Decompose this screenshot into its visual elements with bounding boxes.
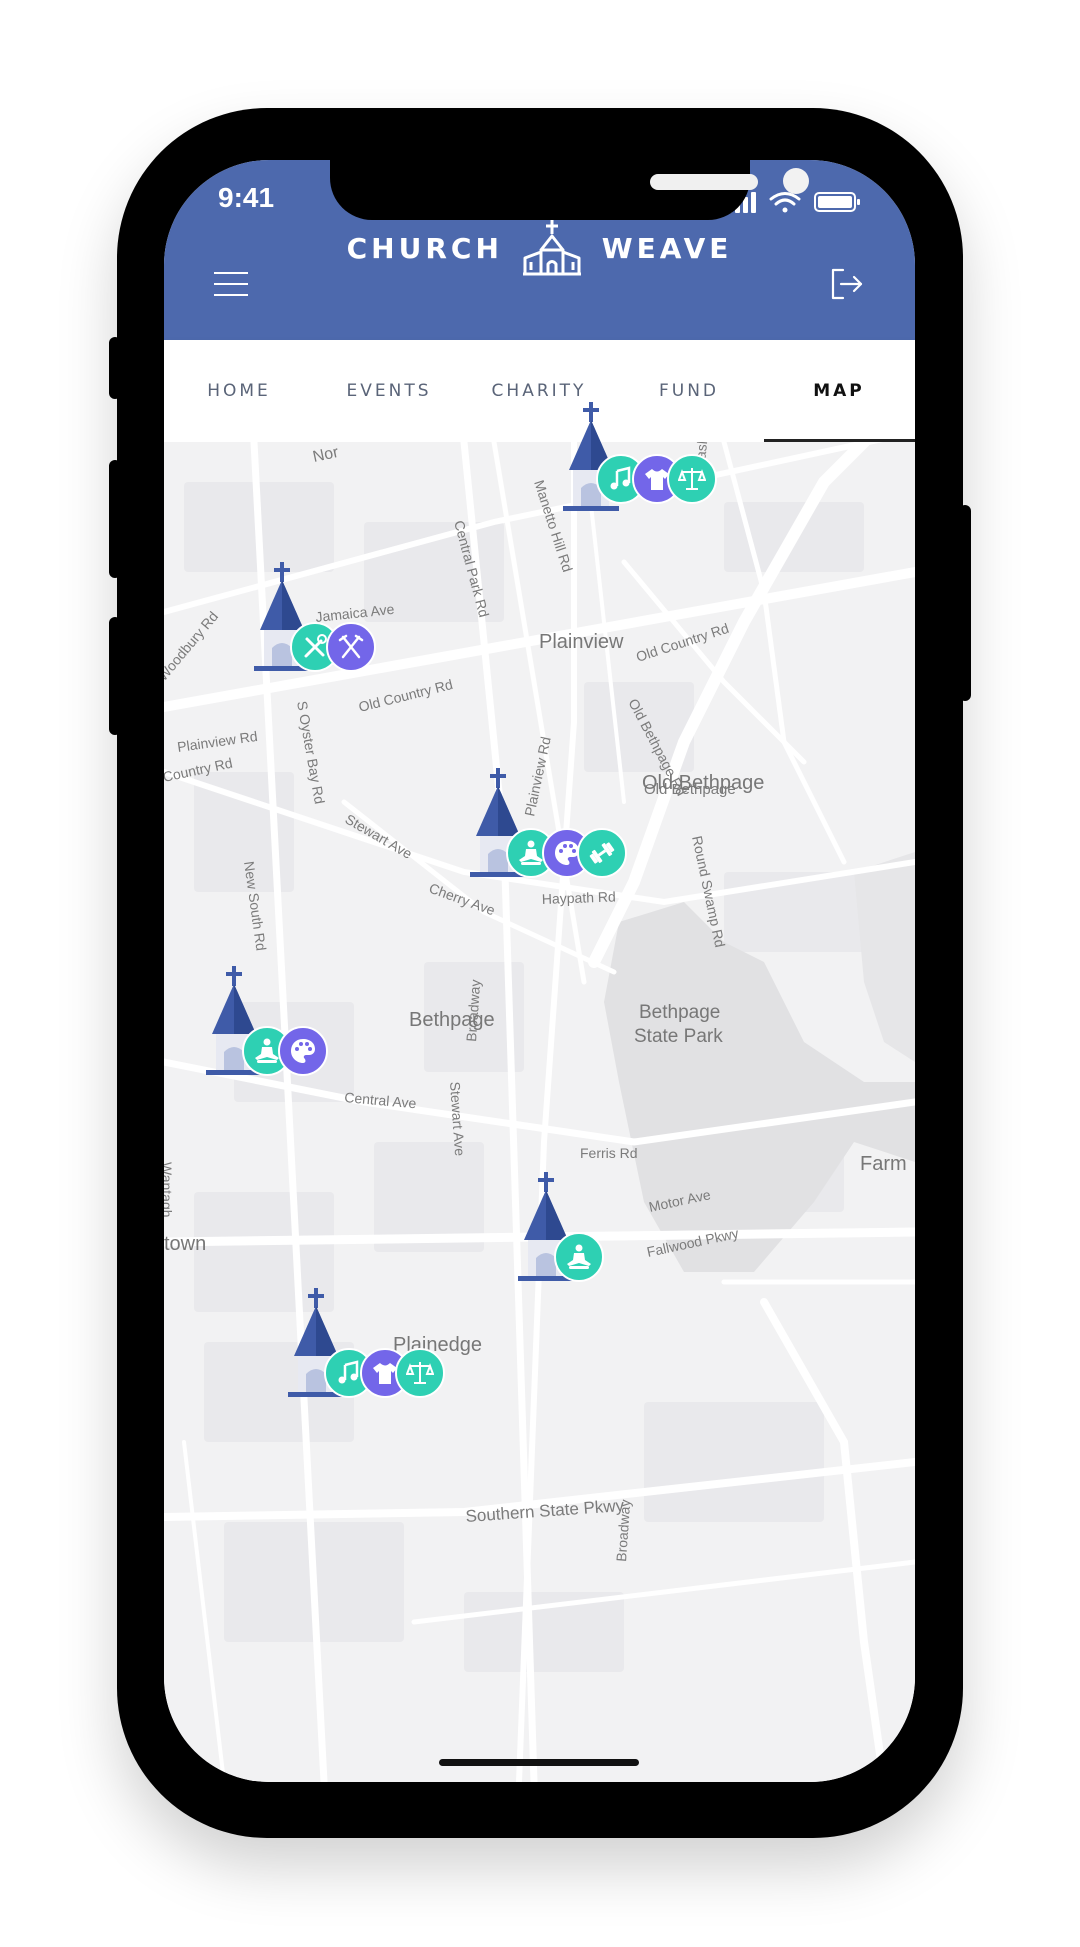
home-indicator[interactable] [439,1759,639,1766]
svg-text:Haypath Rd: Haypath Rd [542,888,616,907]
speaker [650,174,758,190]
tab-bar: HOME EVENTS CHARITY FUND MAP [164,340,915,443]
wifi-icon [769,192,801,213]
place-farm: Farm [860,1153,907,1175]
fork-knife-icon[interactable] [326,622,376,672]
place-town: town [164,1233,206,1255]
brand-right: WEAVE [601,231,733,265]
place-bethpage: Bethpage [409,1009,495,1031]
notch [330,160,809,220]
svg-text:Wantagh: Wantagh [164,1162,175,1218]
tab-home[interactable]: HOME [164,340,314,442]
place-bethpage-state-park-2: State Park [634,1026,723,1047]
dumbbell-icon[interactable] [577,828,627,878]
tab-map[interactable]: MAP [764,340,914,442]
battery-icon [814,192,860,212]
palette-icon[interactable] [278,1026,328,1076]
status-time: 9:41 [218,182,275,213]
mute-switch [109,337,121,399]
brand-left: CHURCH [346,231,503,265]
tab-events[interactable]: EVENTS [314,340,464,442]
meditation-icon[interactable] [554,1232,604,1282]
power-button [959,505,971,701]
app-header: 9:41 CHURCH WEAVE [164,160,915,340]
volume-up-button [109,460,121,578]
status-icons [727,192,860,213]
place-old-bethpage: Old Bethpage [642,772,764,794]
scales-icon[interactable] [395,1348,445,1398]
place-bethpage-state-park-1: Bethpage [639,1002,720,1023]
volume-down-button [109,617,121,735]
scales-icon[interactable] [667,454,717,504]
hamburger-icon-line [214,294,248,296]
place-plainview: Plainview [539,631,624,653]
phone-screen: 9:41 CHURCH WEAVE HOME EVENTS CHARITY FU… [164,160,915,1782]
svg-text:Ferris Rd: Ferris Rd [580,1145,638,1161]
front-camera [783,168,809,194]
logout-icon[interactable] [827,264,867,304]
app-brand: CHURCH WEAVE [164,218,915,288]
church-logo-icon [523,220,582,276]
